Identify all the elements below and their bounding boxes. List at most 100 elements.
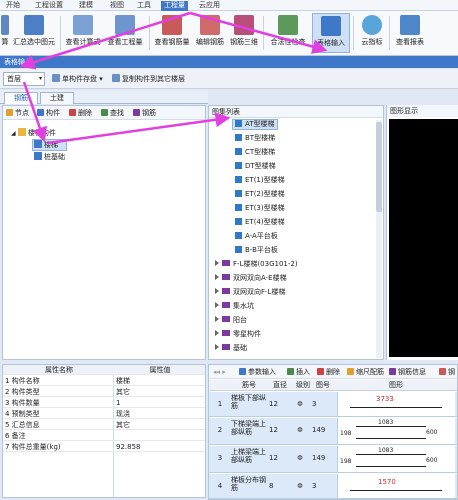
menu-quantity[interactable]: 工程量 (161, 1, 188, 11)
tree-node-stair[interactable]: 楼梯 (32, 139, 67, 151)
rebar-diameter[interactable]: 8 (269, 474, 289, 498)
property-value[interactable]: 1 (116, 398, 204, 408)
dimension-label[interactable]: 1083 (378, 419, 393, 426)
rebar-figure[interactable]: 1083 198 600 (337, 446, 455, 472)
property-row[interactable]: 2 构件类型 其它 (3, 387, 205, 397)
property-row[interactable]: 6 备注 (3, 431, 205, 441)
cloud-index-button[interactable]: 云指标 (357, 13, 387, 53)
view-formula-button[interactable]: 查看计算式 (63, 13, 103, 53)
pattern-item[interactable]: ET(3)型楼梯 (235, 204, 285, 213)
rebar-name[interactable]: 梯板分布钢筋 (231, 474, 267, 492)
dimension-label[interactable]: 600 (426, 429, 437, 436)
rebar-fig-no[interactable]: 149 (312, 446, 334, 470)
property-value[interactable]: 其它 (116, 420, 204, 430)
copy-to-floor-button[interactable]: 复制构件到其它楼层 (112, 74, 185, 84)
scrollbar-thumb[interactable] (376, 122, 382, 212)
table-input-button[interactable]: 表格输入 (312, 13, 350, 53)
save-component-button[interactable]: 单构件存盘 ▾ (52, 74, 103, 84)
rebar-row[interactable]: 2 下梯梁端上部纵筋 12 Φ 149 1083 198 600 (209, 418, 457, 445)
node-button[interactable]: 节点 (6, 109, 29, 118)
nav-arrows-icon[interactable]: ◂◂ ▸ (213, 368, 226, 377)
find-button[interactable]: 查找 (101, 109, 124, 118)
property-value[interactable]: 现浇 (116, 409, 204, 419)
menu-modeling[interactable]: 建模 (76, 1, 96, 11)
view-report-button[interactable]: 查看报表 (392, 13, 428, 53)
dimension-label[interactable]: 198 (340, 458, 351, 465)
rebar-row[interactable]: 3 上梯梁端上部纵筋 12 Φ 149 1083 198 600 (209, 446, 457, 473)
tree-node-pile[interactable]: 桩基础 (34, 152, 65, 162)
rebar-diameter[interactable]: 12 (269, 418, 289, 442)
rebar-3d-button[interactable]: 钢筋三维 (228, 13, 260, 53)
property-value[interactable]: 92.858 (116, 442, 204, 452)
rebar-grade[interactable]: Φ (293, 392, 307, 416)
pattern-category[interactable]: 零星构件 (215, 330, 261, 339)
pattern-item[interactable]: AT型楼梯 (232, 119, 278, 130)
menu-cloud[interactable]: 云应用 (196, 1, 223, 11)
pattern-category[interactable]: 双网双向A-E楼梯 (215, 274, 287, 283)
pattern-category[interactable]: F-L楼梯(03G101-2) (215, 260, 298, 269)
param-input-button[interactable]: 参数输入 (239, 368, 276, 377)
calc-button[interactable]: 算 (0, 13, 10, 53)
rebar-figure[interactable]: 1083 198 600 (337, 418, 455, 444)
rebar-info-button[interactable]: 钢筋信息 (389, 368, 426, 377)
pattern-item[interactable]: ET(1)型楼梯 (235, 176, 285, 185)
rebar-grade[interactable]: Φ (293, 474, 307, 498)
menu-start[interactable]: 开始 (3, 1, 23, 11)
rebar-fig-no[interactable]: 3 (312, 392, 334, 416)
property-row[interactable]: 5 汇总信息 其它 (3, 420, 205, 430)
dimension-label[interactable]: 3733 (376, 395, 394, 403)
pattern-item[interactable]: BT型楼梯 (235, 134, 275, 143)
tab-civil[interactable]: 土建 (40, 92, 74, 104)
property-row[interactable]: 3 构件数量 1 (3, 398, 205, 408)
delete-button[interactable]: 删除 (69, 109, 92, 118)
rebar-name[interactable]: 梯板下部纵筋 (231, 392, 267, 410)
pattern-category[interactable]: 双网双向F-L楼梯 (215, 288, 285, 297)
property-row[interactable]: 7 构件总重量(kg) 92.858 (3, 442, 205, 452)
menu-view[interactable]: 视图 (107, 1, 127, 11)
floor-select[interactable]: 首层 ▾ (3, 72, 45, 86)
pattern-item[interactable]: A-A平台板 (235, 232, 278, 241)
pattern-category[interactable]: 集水坑 (215, 302, 254, 311)
pattern-item[interactable]: ET(2)型楼梯 (235, 190, 285, 199)
component-button[interactable]: 构件 (37, 109, 60, 118)
rebar-name[interactable]: 上梯梁端上部纵筋 (231, 446, 267, 464)
property-value[interactable]: 其它 (116, 387, 204, 397)
validity-check-button[interactable]: 合法性检查 (266, 13, 310, 53)
rebar-diameter[interactable]: 12 (269, 446, 289, 470)
tab-rebar[interactable]: 钢筋 (4, 92, 38, 104)
dimension-label[interactable]: 600 (426, 457, 437, 464)
rebar-figure[interactable]: 1570 (337, 474, 455, 498)
delete-row-button[interactable]: 删除 (317, 368, 340, 377)
property-row[interactable]: 4 预制类型 现浇 (3, 409, 205, 419)
rebar-figure[interactable]: 3733 (337, 392, 455, 416)
pattern-item[interactable]: B-B平台板 (235, 246, 278, 255)
rebar-button[interactable]: 钢筋 (133, 109, 156, 118)
menu-tools[interactable]: 工具 (134, 1, 154, 11)
insert-button[interactable]: 插入 (287, 368, 310, 377)
edit-rebar-button[interactable]: 编辑钢筋 (193, 13, 227, 53)
pattern-item[interactable]: DT型楼梯 (235, 162, 276, 171)
rebar-row[interactable]: 1 梯板下部纵筋 12 Φ 3 3733 (209, 392, 457, 417)
rebar-grade[interactable]: Φ (293, 446, 307, 470)
rebar-fig-no[interactable]: 149 (312, 418, 334, 442)
tree-root[interactable]: ◢ 楼梯构件 (11, 128, 56, 139)
pattern-category[interactable]: 阳台 (215, 316, 247, 325)
menu-project-settings[interactable]: 工程设置 (32, 1, 66, 11)
property-value[interactable]: 楼梯 (116, 376, 204, 386)
pattern-list-scrollbar[interactable] (376, 120, 382, 358)
pattern-item[interactable]: CT型楼梯 (235, 148, 275, 157)
dimension-label[interactable]: 1083 (378, 447, 393, 454)
rebar-more-button[interactable]: 钢 (439, 368, 455, 377)
graphic-canvas[interactable] (389, 119, 458, 357)
rebar-diameter[interactable]: 12 (269, 392, 289, 416)
rebar-name[interactable]: 下梯梁端上部纵筋 (231, 418, 267, 436)
pattern-category[interactable]: 基础 (215, 344, 247, 353)
rebar-row[interactable]: 4 梯板分布钢筋 8 Φ 3 1570 (209, 474, 457, 499)
dimension-label[interactable]: 1570 (378, 478, 396, 486)
pattern-item[interactable]: ET(4)型楼梯 (235, 218, 285, 227)
sum-selected-button[interactable]: 汇总选中图元 (11, 13, 57, 53)
property-row[interactable]: 1 构件名称 楼梯 (3, 376, 205, 386)
scale-rebar-button[interactable]: 缩尺配筋 (347, 368, 384, 377)
rebar-fig-no[interactable]: 3 (312, 474, 334, 498)
dimension-label[interactable]: 198 (340, 430, 351, 437)
